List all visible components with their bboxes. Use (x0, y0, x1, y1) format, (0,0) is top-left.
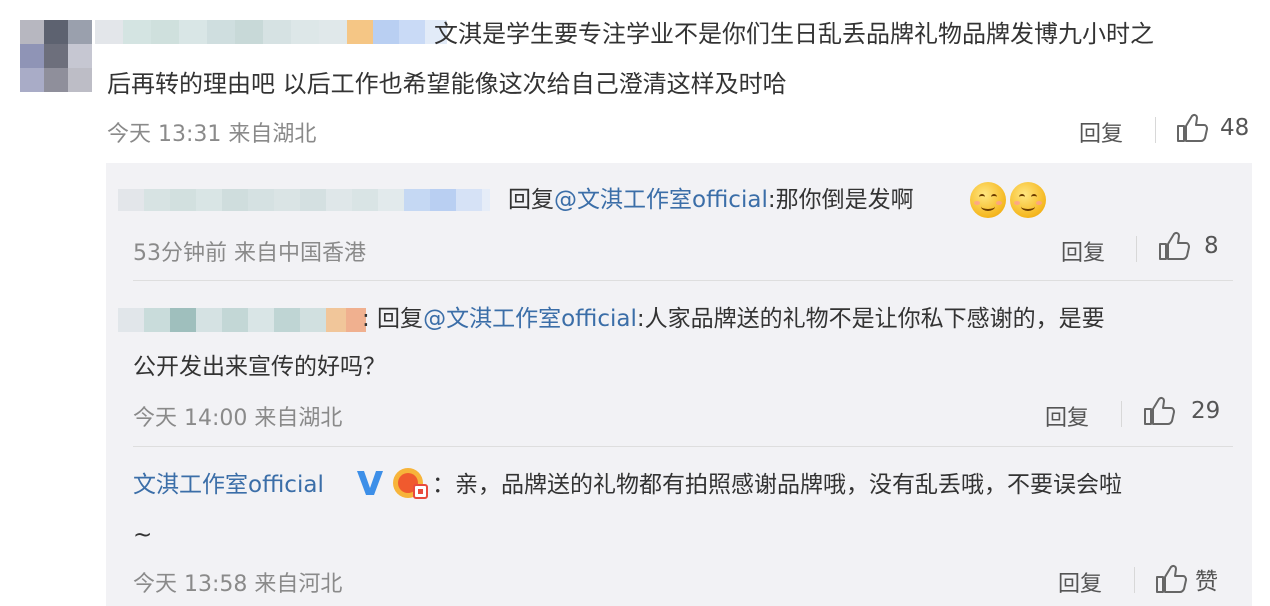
reply-button[interactable]: 回复 (1058, 566, 1102, 598)
like-count: 8 (1204, 233, 1219, 259)
reply-prefix: 回复 (508, 187, 554, 213)
avatar[interactable] (20, 20, 92, 92)
reply-button[interactable]: 回复 (1045, 400, 1089, 432)
reply-body-line2: ~ (133, 522, 153, 548)
reply-body: ：亲，品牌送的礼物都有拍照感谢品牌哦，没有乱丢哦，不要误会啦 (432, 472, 1122, 498)
thumbs-up-icon (1144, 396, 1175, 425)
reply-body-line2: 公开发出来宣传的好吗？ (133, 354, 386, 380)
reply-meta: 今天 13:58 来自河北 (133, 572, 343, 597)
verified-v-icon (357, 471, 383, 495)
comment-meta: 今天 13:31 来自湖北 (107, 122, 317, 147)
mention-link[interactable]: @文淇工作室official (554, 187, 768, 213)
reply-text: ：亲，品牌送的礼物都有拍照感谢品牌哦，没有乱丢哦，不要误会啦 (432, 460, 1122, 510)
comment-text-line2: 后再转的理由吧 以后工作也希望能像这次给自己澄清这样及时哈 (107, 70, 787, 98)
reply-text-continued: 公开发出来宣传的好吗？ (133, 342, 386, 392)
thumbs-up-icon (1159, 231, 1190, 260)
reply-text: : 回复@文淇工作室official:人家品牌送的礼物不是让你私下感谢的，是要 (362, 294, 1105, 344)
reply-body: :那你倒是发啊 (767, 187, 914, 213)
reply-colon: : (362, 306, 370, 332)
divider (133, 446, 1233, 447)
reply-text: 回复@文淇工作室official:那你倒是发啊 (508, 175, 914, 225)
comment-text: 文淇是学生要专注学业不是你们生日乱丢品牌礼物品牌发博九小时之 (434, 12, 1154, 56)
author-link[interactable]: 文淇工作室official (133, 472, 324, 498)
like-button[interactable]: 赞 (1155, 562, 1218, 596)
divider (1155, 117, 1156, 143)
thumbs-up-icon (1177, 113, 1208, 142)
reply-body: :人家品牌送的礼物不是让你私下感谢的，是要 (636, 306, 1105, 332)
reply-prefix: 回复 (369, 306, 424, 332)
reply-username-blurred[interactable] (118, 308, 366, 332)
like-button[interactable]: 29 (1143, 396, 1220, 426)
reply-text: 文淇工作室official (133, 460, 324, 510)
reply-button[interactable]: 回复 (1079, 116, 1123, 148)
like-label: 赞 (1195, 569, 1218, 595)
username-blurred[interactable] (95, 20, 447, 44)
like-count: 48 (1220, 115, 1250, 141)
like-button[interactable]: 48 (1176, 113, 1249, 143)
reply-button[interactable]: 回复 (1061, 235, 1105, 267)
reply-text-continued: ~ (133, 510, 152, 560)
like-button[interactable]: 8 (1158, 231, 1219, 261)
reply-meta: 今天 14:00 来自湖北 (133, 406, 343, 431)
reply-username-blurred[interactable] (118, 189, 490, 211)
divider (1136, 236, 1137, 262)
divider (1121, 401, 1122, 427)
divider (133, 280, 1233, 281)
comment-text-line1: 文淇是学生要专注学业不是你们生日乱丢品牌礼物品牌发博九小时之 (434, 20, 1154, 48)
mention-link[interactable]: @文淇工作室official (423, 306, 637, 332)
thumbs-up-icon (1156, 564, 1187, 593)
divider (1134, 567, 1135, 593)
smiling-emoji-icon (1010, 182, 1046, 218)
smiling-emoji-icon (970, 182, 1006, 218)
gift-badge-icon (393, 468, 428, 499)
like-count: 29 (1191, 398, 1221, 424)
comment-text-continued: 后再转的理由吧 以后工作也希望能像这次给自己澄清这样及时哈 (107, 62, 787, 106)
reply-meta: 53分钟前 来自中国香港 (133, 241, 366, 266)
